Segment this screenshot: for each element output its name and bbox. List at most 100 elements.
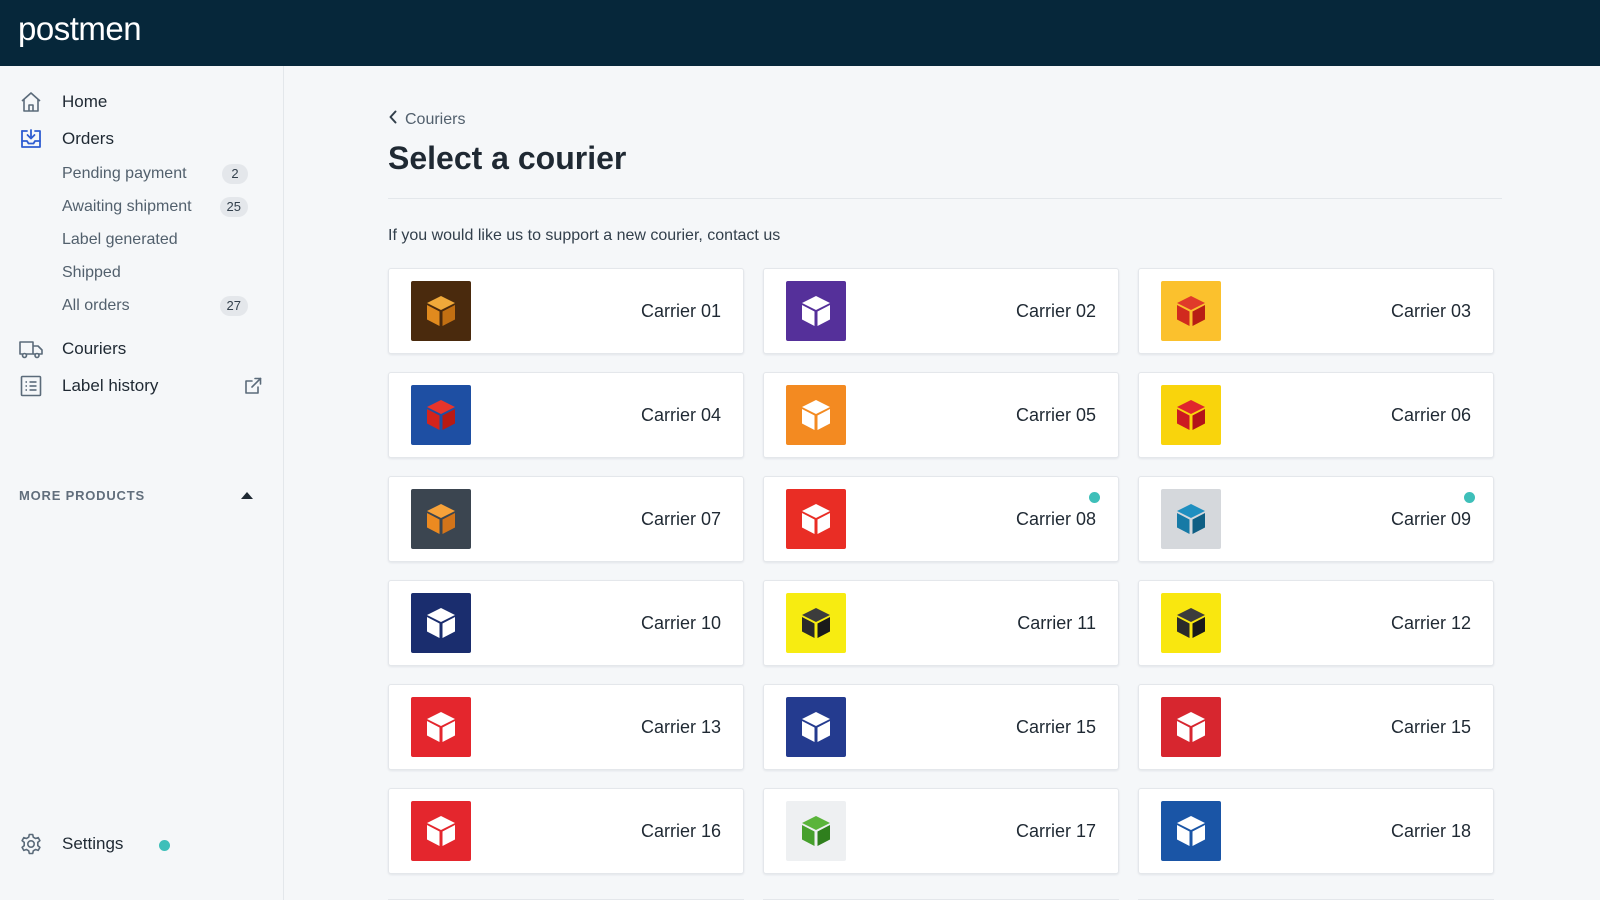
courier-card[interactable]: Carrier 01 — [388, 268, 744, 354]
external-link-icon[interactable] — [242, 375, 264, 397]
courier-logo-box-icon — [411, 281, 471, 341]
sidebar-item-settings[interactable]: Settings — [18, 829, 178, 859]
courier-card[interactable]: Carrier 08 — [763, 476, 1119, 562]
courier-logo-box-icon — [786, 385, 846, 445]
courier-card[interactable]: Carrier 09 — [1138, 476, 1494, 562]
sidebar-subitem-shipped[interactable]: Shipped — [62, 260, 248, 286]
sidebar-item-label: Settings — [62, 834, 124, 853]
sidebar-subitem-label: Awaiting shipment — [62, 198, 192, 215]
page-title: Select a courier — [388, 140, 627, 176]
sidebar-subitem-label: Pending payment — [62, 165, 187, 182]
divider — [388, 198, 1502, 199]
count-badge: 2 — [222, 164, 248, 184]
courier-name: Carrier 06 — [1390, 405, 1471, 425]
sidebar-subitem-label-generated[interactable]: Label generated — [62, 227, 248, 253]
courier-card[interactable]: Carrier 06 — [1138, 372, 1494, 458]
courier-card[interactable]: Carrier 15 — [763, 684, 1119, 770]
courier-logo-box-icon — [1161, 697, 1221, 757]
sidebar-subitem-awaiting-shipment[interactable]: Awaiting shipment 25 — [62, 194, 248, 220]
courier-name: Carrier 15 — [1390, 717, 1471, 737]
chevron-left-icon — [388, 110, 398, 129]
sidebar-item-couriers[interactable]: Couriers — [18, 334, 126, 364]
more-products-toggle[interactable]: MORE PRODUCTS — [19, 488, 263, 503]
main-content: Couriers Select a courier If you would l… — [284, 66, 1600, 900]
postmen-logo[interactable]: postmen — [18, 10, 142, 48]
courier-logo-box-icon — [1161, 593, 1221, 653]
courier-name: Carrier 18 — [1390, 821, 1471, 841]
courier-name: Carrier 04 — [640, 405, 721, 425]
courier-logo-box-icon — [786, 593, 846, 653]
courier-card[interactable]: Carrier 16 — [388, 788, 744, 874]
courier-logo-box-icon — [1161, 385, 1221, 445]
courier-logo-box-icon — [411, 489, 471, 549]
count-badge: 27 — [219, 296, 248, 316]
home-icon — [18, 89, 44, 115]
courier-card[interactable]: Carrier 15 — [1138, 684, 1494, 770]
breadcrumb-link: Couriers — [405, 110, 466, 128]
courier-card[interactable]: Carrier 10 — [388, 580, 744, 666]
courier-name: Carrier 10 — [640, 613, 721, 633]
courier-name: Carrier 05 — [1015, 405, 1096, 425]
sidebar-item-home[interactable]: Home — [18, 87, 107, 117]
sidebar: Home Orders Pending payment 2 Awaiting s… — [0, 66, 284, 900]
count-badge: 25 — [219, 197, 248, 217]
sidebar-subitem-label: Label generated — [62, 231, 178, 248]
courier-name: Carrier 15 — [1015, 717, 1096, 737]
courier-card[interactable]: Carrier 05 — [763, 372, 1119, 458]
courier-name: Carrier 01 — [640, 301, 721, 321]
courier-logo-box-icon — [411, 593, 471, 653]
courier-card[interactable]: Carrier 12 — [1138, 580, 1494, 666]
courier-name: Carrier 13 — [640, 717, 721, 737]
courier-logo-box-icon — [786, 489, 846, 549]
sidebar-item-orders[interactable]: Orders — [18, 124, 114, 154]
courier-logo-box-icon — [1161, 281, 1221, 341]
sidebar-item-label-history[interactable]: Label history — [18, 371, 264, 401]
gear-icon — [18, 831, 44, 857]
courier-card[interactable]: Carrier 17 — [763, 788, 1119, 874]
courier-logo-box-icon — [786, 801, 846, 861]
sidebar-item-label: Orders — [62, 129, 114, 148]
list-icon — [18, 373, 44, 399]
truck-icon — [18, 336, 44, 362]
courier-name: Carrier 08 — [1015, 509, 1096, 529]
courier-grid: Carrier 01 Carrier 02 Carrier 03 Carrier 04… — [388, 268, 1498, 874]
status-dot — [1089, 492, 1100, 503]
courier-name: Carrier 16 — [640, 821, 721, 841]
courier-card[interactable]: Carrier 02 — [763, 268, 1119, 354]
sidebar-subitem-all-orders[interactable]: All orders 27 — [62, 293, 248, 319]
courier-name: Carrier 07 — [640, 509, 721, 529]
courier-card[interactable]: Carrier 03 — [1138, 268, 1494, 354]
courier-logo-box-icon — [786, 697, 846, 757]
courier-logo-box-icon — [411, 697, 471, 757]
sidebar-subitem-label: Shipped — [62, 264, 121, 281]
courier-logo-box-icon — [411, 385, 471, 445]
status-dot — [1464, 492, 1475, 503]
courier-logo-box-icon — [786, 281, 846, 341]
status-dot — [159, 840, 170, 851]
inbox-download-icon — [18, 126, 44, 152]
courier-name: Carrier 17 — [1015, 821, 1096, 841]
courier-card[interactable]: Carrier 07 — [388, 476, 744, 562]
courier-name: Carrier 12 — [1390, 613, 1471, 633]
sidebar-subitem-label: All orders — [62, 297, 130, 314]
courier-name: Carrier 03 — [1390, 301, 1471, 321]
caret-up-icon — [241, 492, 253, 499]
courier-name: Carrier 11 — [1017, 613, 1096, 633]
courier-card[interactable]: Carrier 18 — [1138, 788, 1494, 874]
courier-card[interactable]: Carrier 04 — [388, 372, 744, 458]
courier-logo-box-icon — [411, 801, 471, 861]
sidebar-subitem-pending-payment[interactable]: Pending payment 2 — [62, 161, 248, 187]
more-products-label: MORE PRODUCTS — [19, 488, 145, 503]
courier-logo-box-icon — [1161, 801, 1221, 861]
sidebar-item-label: Home — [62, 92, 108, 111]
support-hint: If you would like us to support a new co… — [388, 227, 781, 244]
sidebar-item-label: Label history — [62, 376, 159, 395]
breadcrumb[interactable]: Couriers — [388, 110, 465, 129]
top-bar: postmen — [0, 0, 1600, 66]
courier-logo-box-icon — [1161, 489, 1221, 549]
courier-card[interactable]: Carrier 11 — [763, 580, 1119, 666]
courier-name: Carrier 02 — [1015, 301, 1096, 321]
courier-name: Carrier 09 — [1390, 509, 1471, 529]
courier-card[interactable]: Carrier 13 — [388, 684, 744, 770]
sidebar-item-label: Couriers — [62, 339, 127, 358]
